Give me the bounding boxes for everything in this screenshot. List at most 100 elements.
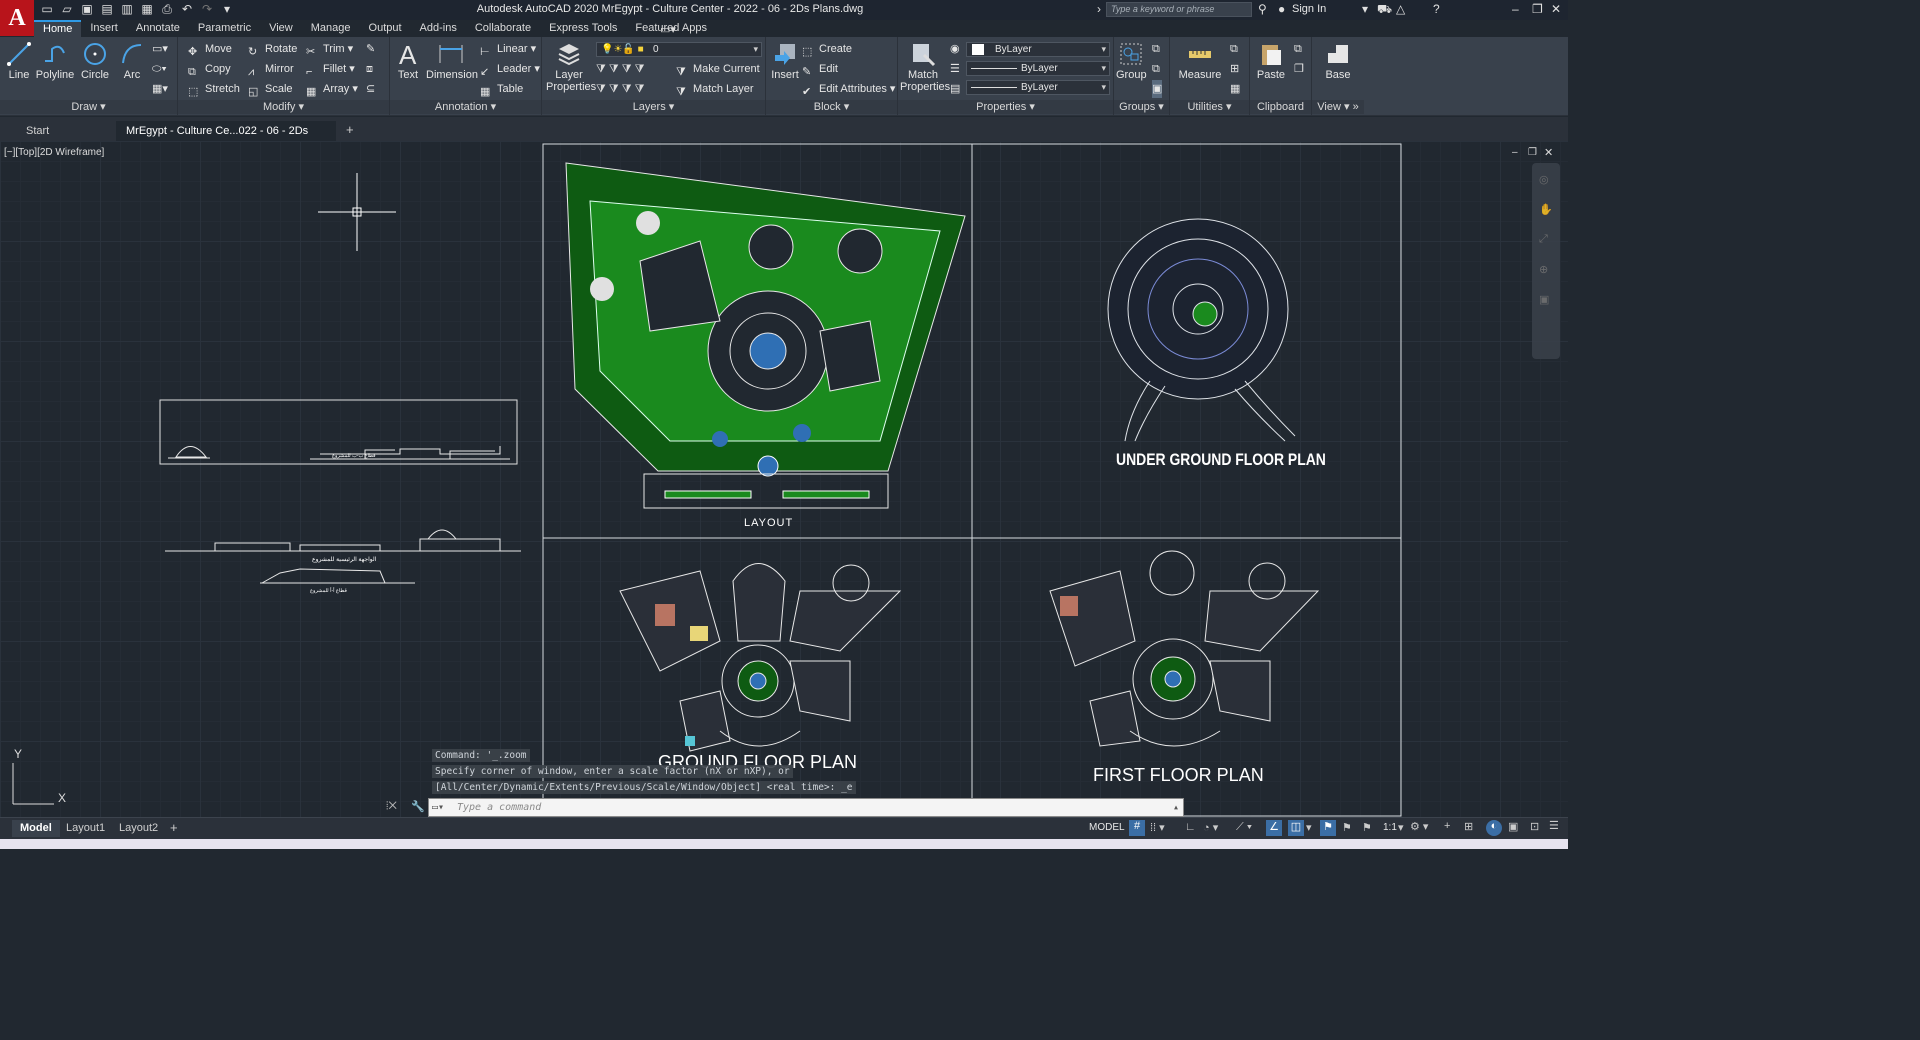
draw-panel-title[interactable]: Draw ▾ [0,100,177,114]
annotation-scale-icon[interactable]: ⚑ [1362,821,1372,834]
isodraft-icon[interactable]: ⟋ ▾ [1236,821,1252,834]
help-icon[interactable]: ? [1433,2,1440,16]
boundary-icon[interactable]: ▦▾ [152,80,168,98]
command-customize-icon[interactable]: 🔧 [411,800,425,813]
layer-properties-button[interactable]: Layer Properties [546,41,596,93]
color-dropdown[interactable]: ByLayer [966,42,1110,57]
fillet-button[interactable]: ⌐ Fillet ▾ [306,60,355,78]
properties-panel-title[interactable]: Properties ▾ [898,100,1113,114]
annotation-panel-title[interactable]: Annotation ▾ [390,100,541,114]
offset-icon[interactable]: ⊆ [366,80,375,98]
help-search-input[interactable]: Type a keyword or phrase [1106,2,1252,17]
rectangle-icon[interactable]: ▭▾ [152,40,168,58]
ribbon-tab-insert[interactable]: Insert [81,20,127,37]
navigation-bar[interactable]: ◎ ✋ ⤢ ⊕ ▣ [1532,163,1560,359]
table-button[interactable]: ▦ Table [480,80,523,98]
ribbon-tab-parametric[interactable]: Parametric [189,20,260,37]
erase-icon[interactable]: ✎ [366,40,375,58]
measure-button[interactable]: Measure [1174,41,1226,81]
add-layout-icon[interactable]: + [170,820,178,835]
sign-in-button[interactable]: Sign In [1292,3,1326,15]
isolate-objects-icon[interactable]: ◐ [1486,820,1502,836]
polar-icon[interactable]: ◔ ▾ [1203,821,1218,834]
lineweight-icon[interactable]: ▤ [950,80,960,98]
customization-menu-icon[interactable]: ☰ [1549,819,1559,832]
ribbon-tab-add-ins[interactable]: Add-ins [411,20,466,37]
line-button[interactable]: Line [4,41,34,81]
layers-panel-title[interactable]: Layers ▾ [542,100,765,114]
calculator-icon[interactable]: ▦ [1230,80,1240,98]
hardware-acceleration-icon[interactable]: ▣ [1508,820,1518,833]
layer-dropdown[interactable]: 💡☀🔓 ■ 0 [596,42,762,57]
annotation-visibility-icon[interactable]: ⚑ [1320,820,1336,836]
zoom-extents-icon[interactable]: ⤢ [1539,233,1548,246]
layout2-tab[interactable]: Layout2 [111,820,166,837]
snap-icon[interactable]: ⁞⁞ ▾ [1150,821,1165,834]
stretch-button[interactable]: ⬚ Stretch [188,80,240,98]
count-icon[interactable]: ⊞ [1230,60,1239,78]
groups-panel-title[interactable]: Groups ▾ [1114,100,1169,114]
rotate-button[interactable]: ↻ Rotate [248,40,297,58]
clipboard-panel-title[interactable]: Clipboard [1250,100,1311,114]
ribbon-tab-express-tools[interactable]: Express Tools [540,20,626,37]
polyline-button[interactable]: Polyline [35,41,75,81]
leader-button[interactable]: ↙ Leader ▾ [480,60,540,78]
move-button[interactable]: ✥ Move [188,40,232,58]
linetype-dropdown[interactable]: ByLayer [966,61,1110,76]
minimize-icon[interactable]: – [1512,2,1519,16]
command-prompt-icon[interactable]: ▭▾ [432,799,444,816]
ribbon-tab-collaborate[interactable]: Collaborate [466,20,540,37]
clean-screen-icon[interactable]: ⊡ [1530,820,1539,833]
viewport-close-icon[interactable]: ✕ [1544,146,1553,159]
layout1-tab[interactable]: Layout1 [58,820,113,837]
view-panel-title[interactable]: View ▾ » [1312,100,1364,114]
edit-attributes-button[interactable]: ✔ Edit Attributes ▾ [802,80,895,98]
arc-button[interactable]: Arc [118,41,146,81]
dimension-button[interactable]: Dimension [426,41,478,81]
linetype-icon[interactable]: ☰ [950,60,960,78]
ribbon-tab-output[interactable]: Output [360,20,411,37]
ungroup-icon[interactable]: ⧉ [1152,40,1160,58]
model-space-button[interactable]: MODEL [1089,822,1125,833]
ribbon-toggle-icon[interactable]: ▭▾ [660,23,676,36]
drawing-tab[interactable]: MrEgypt - Culture Ce...022 - 06 - 2Ds Pl… [116,121,336,157]
explode-icon[interactable]: ⧈ [366,60,373,78]
base-button[interactable]: Base [1322,41,1354,81]
create-block-button[interactable]: ⬚ Create [802,40,852,58]
mirror-button[interactable]: ⩘ Mirror [248,60,294,78]
command-history-toggle-icon[interactable]: ▴ [1173,799,1179,816]
utilities-panel-title[interactable]: Utilities ▾ [1170,100,1249,114]
ortho-icon[interactable]: ∟ [1185,821,1196,833]
circle-button[interactable]: Circle [80,41,110,81]
block-panel-title[interactable]: Block ▾ [766,100,897,114]
scale-dropdown-icon[interactable]: ▾ [1398,821,1404,834]
model-tab[interactable]: Model [12,820,60,837]
paste-button[interactable]: Paste [1254,41,1288,81]
layer-tools-row-2[interactable]: ⧩ ⧩ ⧩ ⧩ [596,80,644,98]
match-properties-button[interactable]: Match Properties [900,41,950,93]
make-current-button[interactable]: ⧩ Make Current [676,60,760,78]
color-wheel-icon[interactable]: ◉ [950,40,960,58]
osnap-dropdown-icon[interactable]: ▾ [1306,821,1312,834]
quick-select-icon[interactable]: ⧉ [1230,40,1238,58]
ribbon-tab-home[interactable]: Home [34,20,82,37]
orbit-icon[interactable]: ⊕ [1539,263,1548,276]
restore-icon[interactable]: ❐ [1532,2,1543,16]
pan-icon[interactable]: ✋ [1539,203,1553,216]
text-button[interactable]: A Text [396,41,420,81]
annotation-scale-value[interactable]: 1:1 [1383,822,1397,833]
copy-clip-icon[interactable]: ❐ [1294,60,1304,78]
viewport-minimize-icon[interactable]: – [1512,147,1518,158]
viewport-restore-icon[interactable]: ❐ [1528,147,1537,158]
group-edit-icon[interactable]: ⧉ [1152,60,1160,78]
close-icon[interactable]: ✕ [1551,2,1561,16]
start-tab[interactable]: Start [16,121,116,141]
a360-icon[interactable]: △ [1396,2,1405,16]
auto-scale-icon[interactable]: ⚑ [1342,821,1352,834]
array-button[interactable]: ▦ Array ▾ [306,80,358,98]
drawing-viewport[interactable]: [−][Top][2D Wireframe] LAYOUT UNDER GROU… [0,141,1568,817]
showmotion-icon[interactable]: ▣ [1539,293,1549,306]
object-snap-tracking-icon[interactable]: ∠ [1266,820,1282,836]
cart-icon[interactable]: ⛟ [1377,2,1392,18]
group-button[interactable]: Group [1116,41,1147,81]
